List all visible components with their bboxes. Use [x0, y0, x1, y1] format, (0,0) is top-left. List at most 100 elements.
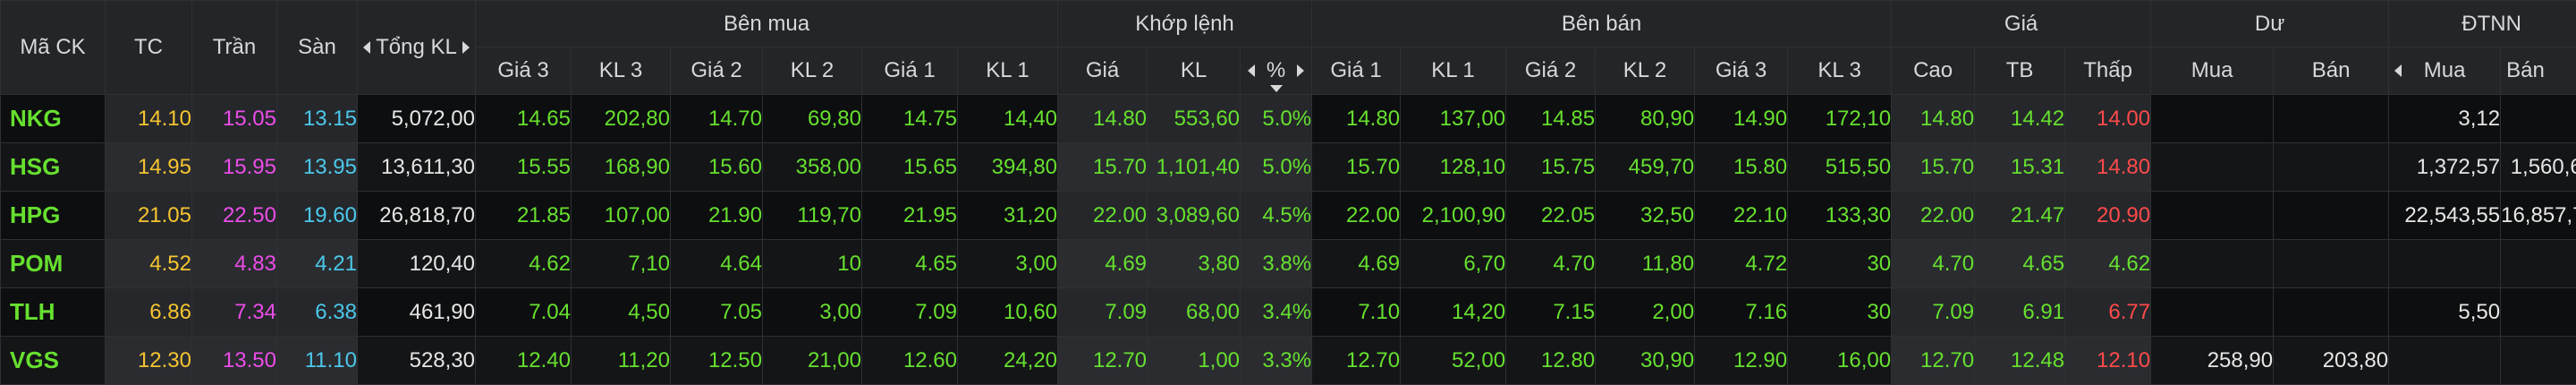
table-row[interactable]: POM4.524.834.21120,404.627,104.64104.653… — [1, 240, 2576, 288]
table-row[interactable]: HPG21.0522.5019.6026,818,7021.85107,0021… — [1, 192, 2576, 240]
col-low[interactable]: Thấp — [2065, 47, 2151, 95]
cell-ask-price-3: 22.10 — [1695, 192, 1788, 240]
col-ask-price-1[interactable]: Giá 1 — [1312, 47, 1401, 95]
cell-foreign-sell: 16,857,73 — [2501, 192, 2576, 240]
cell-remain-sell — [2274, 95, 2389, 143]
col-ask-vol-1[interactable]: KL 1 — [1401, 47, 1506, 95]
cell-foreign-buy: 1,372,57 — [2389, 143, 2501, 192]
col-average[interactable]: TB — [1975, 47, 2065, 95]
cell-match-vol: 68,00 — [1148, 288, 1241, 337]
col-reference[interactable]: TC — [106, 1, 192, 95]
cell-high: 4.70 — [1892, 240, 1975, 288]
col-match-vol[interactable]: KL — [1148, 47, 1241, 95]
cell-symbol[interactable]: HPG — [1, 192, 106, 240]
cell-match-pct: 5.0% — [1241, 143, 1312, 192]
arrow-right-icon[interactable] — [1297, 64, 1304, 77]
cell-match-pct: 4.5% — [1241, 192, 1312, 240]
cell-ask-price-2: 4.70 — [1506, 240, 1596, 288]
cell-ask-price-3: 15.80 — [1695, 143, 1788, 192]
cell-match-price: 22.00 — [1058, 192, 1148, 240]
col-ask-vol-3[interactable]: KL 3 — [1788, 47, 1892, 95]
cell-ask-price-1: 22.00 — [1312, 192, 1401, 240]
header-row-groups: Mã CK TC Trần Sàn Tổng KL Bên mua Khớp l… — [1, 1, 2576, 47]
cell-total-volume: 528,30 — [358, 337, 476, 385]
table-row[interactable]: HSG14.9515.9513.9513,611,3015.55168,9015… — [1, 143, 2576, 192]
cell-low: 4.62 — [2065, 240, 2151, 288]
col-remain-sell[interactable]: Bán — [2274, 47, 2389, 95]
cell-symbol[interactable]: VGS — [1, 337, 106, 385]
col-bid-price-3[interactable]: Giá 3 — [476, 47, 572, 95]
cell-bid-price-3: 15.55 — [476, 143, 572, 192]
cell-match-vol: 3,80 — [1148, 240, 1241, 288]
cell-floor: 13.95 — [277, 143, 358, 192]
cell-symbol[interactable]: HSG — [1, 143, 106, 192]
cell-remain-buy: 258,90 — [2151, 337, 2274, 385]
cell-bid-vol-1: 394,80 — [958, 143, 1058, 192]
cell-bid-price-3: 14.65 — [476, 95, 572, 143]
cell-ask-price-1: 4.69 — [1312, 240, 1401, 288]
table-row[interactable]: NKG14.1015.0513.155,072,0014.65202,8014.… — [1, 95, 2576, 143]
col-symbol[interactable]: Mã CK — [1, 1, 106, 95]
cell-total-volume: 5,072,00 — [358, 95, 476, 143]
cell-match-vol: 3,089,60 — [1148, 192, 1241, 240]
col-bid-vol-2[interactable]: KL 2 — [763, 47, 862, 95]
cell-ask-price-1: 7.10 — [1312, 288, 1401, 337]
col-ask-vol-2[interactable]: KL 2 — [1596, 47, 1695, 95]
cell-symbol[interactable]: POM — [1, 240, 106, 288]
cell-bid-vol-1: 14,40 — [958, 95, 1058, 143]
cell-remain-sell — [2274, 288, 2389, 337]
cell-symbol[interactable]: NKG — [1, 95, 106, 143]
cell-bid-price-1: 14.75 — [862, 95, 958, 143]
sort-desc-icon[interactable] — [1270, 85, 1283, 92]
col-ask-price-2[interactable]: Giá 2 — [1506, 47, 1596, 95]
cell-ceiling: 15.95 — [192, 143, 277, 192]
cell-high: 22.00 — [1892, 192, 1975, 240]
cell-bid-vol-3: 107,00 — [572, 192, 671, 240]
col-high[interactable]: Cao — [1892, 47, 1975, 95]
cell-ask-vol-2: 11,80 — [1596, 240, 1695, 288]
cell-floor: 19.60 — [277, 192, 358, 240]
cell-symbol[interactable]: TLH — [1, 288, 106, 337]
col-match-price[interactable]: Giá — [1058, 47, 1148, 95]
cell-ask-price-2: 12.80 — [1506, 337, 1596, 385]
col-bid-price-2[interactable]: Giá 2 — [671, 47, 763, 95]
cell-match-pct: 5.0% — [1241, 95, 1312, 143]
cell-high: 12.70 — [1892, 337, 1975, 385]
col-foreign-sell[interactable]: Bán — [2501, 47, 2576, 95]
table-row[interactable]: VGS12.3013.5011.10528,3012.4011,2012.502… — [1, 337, 2576, 385]
cell-bid-price-3: 7.04 — [476, 288, 572, 337]
col-total-volume-label: Tổng KL — [376, 35, 457, 60]
col-match-pct[interactable]: % — [1241, 47, 1312, 95]
arrow-right-icon[interactable] — [462, 41, 470, 54]
cell-foreign-buy — [2389, 240, 2501, 288]
group-price: Giá — [1892, 1, 2151, 47]
col-bid-vol-1[interactable]: KL 1 — [958, 47, 1058, 95]
group-bid: Bên mua — [476, 1, 1058, 47]
cell-reference: 14.95 — [106, 143, 192, 192]
arrow-left-icon[interactable] — [363, 41, 370, 54]
col-total-volume[interactable]: Tổng KL — [358, 1, 476, 95]
col-ask-price-3[interactable]: Giá 3 — [1695, 47, 1788, 95]
cell-bid-vol-1: 10,60 — [958, 288, 1058, 337]
cell-bid-price-2: 7.05 — [671, 288, 763, 337]
col-ceiling[interactable]: Trần — [192, 1, 277, 95]
cell-reference: 21.05 — [106, 192, 192, 240]
cell-ask-vol-3: 30 — [1788, 288, 1892, 337]
cell-bid-price-1: 4.65 — [862, 240, 958, 288]
col-bid-vol-3[interactable]: KL 3 — [572, 47, 671, 95]
arrow-left-icon[interactable] — [1248, 64, 1255, 77]
col-floor[interactable]: Sàn — [277, 1, 358, 95]
cell-remain-sell — [2274, 240, 2389, 288]
col-foreign-buy[interactable]: Mua — [2389, 47, 2501, 95]
cell-bid-price-1: 15.65 — [862, 143, 958, 192]
cell-low: 6.77 — [2065, 288, 2151, 337]
col-bid-price-1[interactable]: Giá 1 — [862, 47, 958, 95]
cell-bid-price-2: 12.50 — [671, 337, 763, 385]
cell-match-price: 15.70 — [1058, 143, 1148, 192]
arrow-left-icon[interactable] — [2394, 64, 2402, 77]
cell-ask-vol-2: 30,90 — [1596, 337, 1695, 385]
cell-foreign-sell — [2501, 240, 2576, 288]
cell-bid-vol-2: 358,00 — [763, 143, 862, 192]
table-row[interactable]: TLH6.867.346.38461,907.044,507.053,007.0… — [1, 288, 2576, 337]
col-remain-buy[interactable]: Mua — [2151, 47, 2274, 95]
